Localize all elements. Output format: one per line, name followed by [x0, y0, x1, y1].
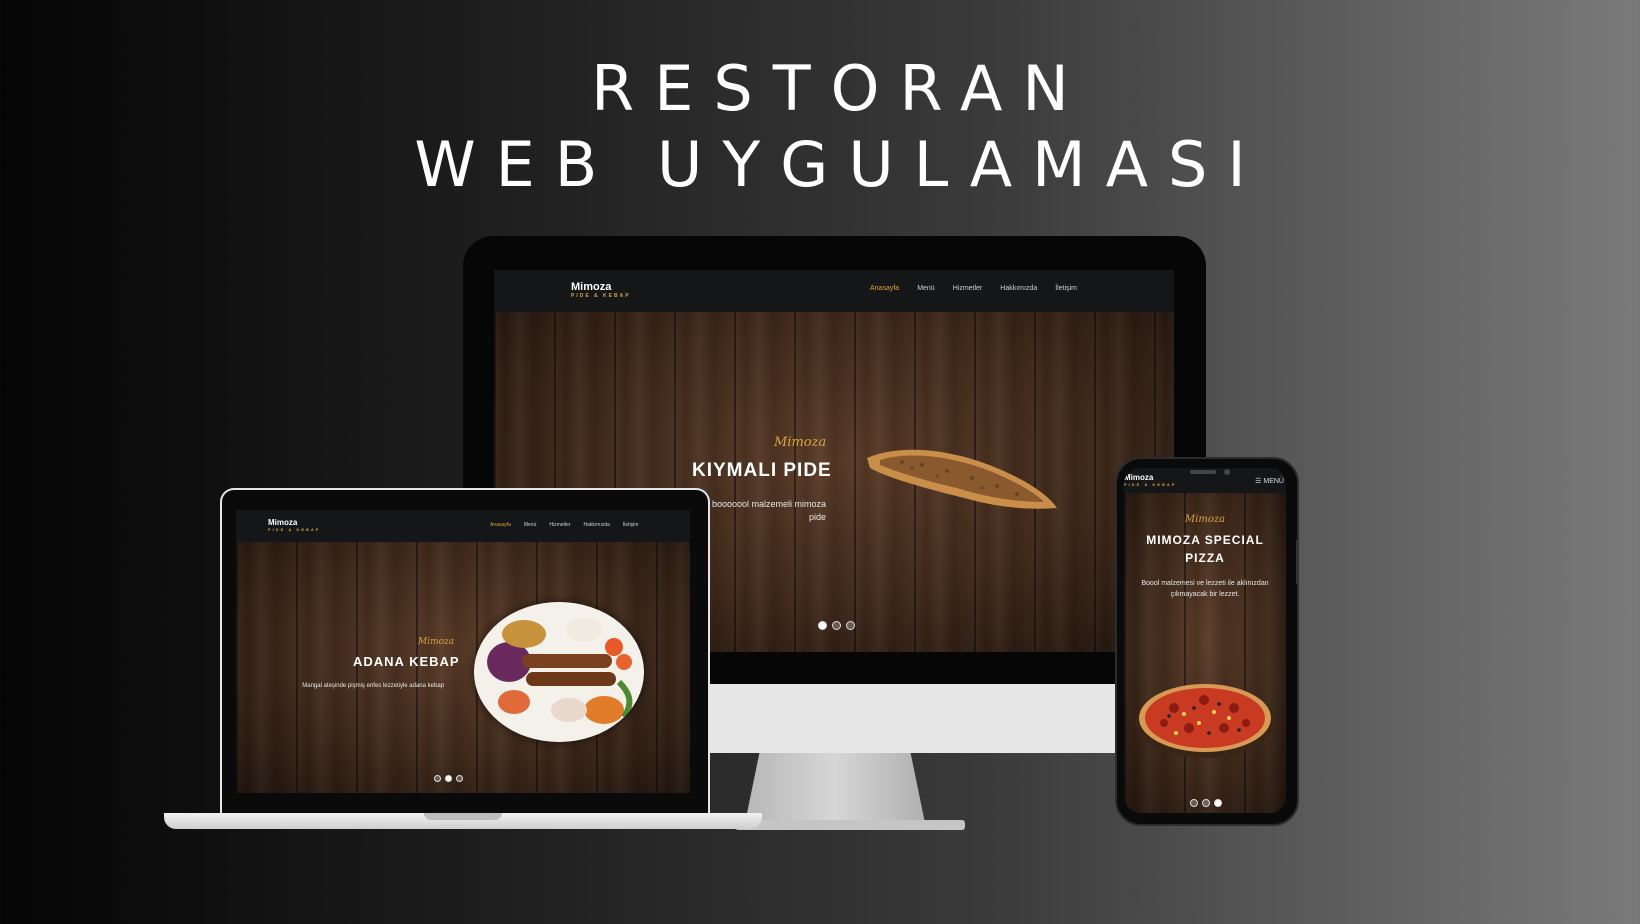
monitor-base — [735, 820, 965, 830]
hero-title: KIYMALI PIDE — [692, 460, 832, 481]
hero-title: ADANA KEBAP — [353, 654, 460, 669]
brand-name: Mimoza — [1124, 473, 1154, 482]
hero-description: Mangal ateşinde pişmiş enfes lezzetiyle … — [302, 683, 444, 689]
laptop-navbar: Mimoza PIDE & KEBAP Anasayfa Menü Hizmet… — [236, 510, 690, 542]
phone-carousel-dots — [1190, 799, 1222, 807]
carousel-dot[interactable] — [434, 775, 441, 782]
phone-brand[interactable]: Mimoza PIDE & KEBAP — [1124, 473, 1176, 487]
nav-item-hizmetler[interactable]: Hizmetler — [549, 522, 570, 528]
laptop-carousel-dots — [434, 775, 463, 782]
carousel-dot[interactable] — [456, 775, 463, 782]
nav-item-iletisim[interactable]: İletişim — [623, 522, 639, 528]
headline-line-1: RESTORAN — [591, 52, 1089, 125]
carousel-dot[interactable] — [1190, 799, 1198, 807]
laptop-brand[interactable]: Mimoza PIDE & KEBAP — [268, 518, 320, 532]
menu-label: MENÜ — [1263, 477, 1284, 485]
desktop-navbar: Mimoza PIDE & KEBAP Anasayfa Menü Hizmet… — [494, 270, 1174, 312]
monitor-neck — [745, 753, 925, 823]
pide-image — [867, 449, 1057, 509]
hero-title: MIMOZA SPECIAL PIZZA — [1146, 533, 1264, 565]
carousel-dot[interactable] — [1202, 799, 1210, 807]
desktop-brand[interactable]: Mimoza PIDE & KEBAP — [571, 281, 631, 299]
nav-item-menu[interactable]: Menü — [524, 522, 537, 528]
laptop-notch — [424, 813, 502, 820]
carousel-dot[interactable] — [1214, 799, 1222, 807]
nav-item-hakkimizda[interactable]: Hakkımızda — [584, 522, 610, 528]
phone-menu-button[interactable]: ☰ MENÜ — [1255, 477, 1284, 486]
brand-tagline: PIDE & KEBAP — [1124, 482, 1177, 487]
laptop-nav-links: Anasayfa Menü Hizmetler Hakkımızda İleti… — [490, 522, 638, 528]
carousel-dot[interactable] — [846, 621, 855, 630]
nav-item-menu[interactable]: Menü — [917, 285, 935, 292]
phone-camera — [1224, 469, 1230, 475]
phone-speaker — [1190, 470, 1216, 474]
pizza-image — [1135, 684, 1275, 758]
laptop-screen: Mimoza PIDE & KEBAP Anasayfa Menü Hizmet… — [236, 510, 690, 793]
carousel-dot[interactable] — [818, 621, 827, 630]
nav-item-anasayfa[interactable]: Anasayfa — [870, 285, 899, 292]
brand-name: Mimoza — [571, 281, 612, 293]
nav-item-hizmetler[interactable]: Hizmetler — [953, 285, 983, 292]
hero-description: o booooool malzemeli mimoza pide — [704, 499, 826, 522]
hero-script: Mimoza — [1184, 514, 1226, 525]
nav-item-iletisim[interactable]: İletişim — [1055, 285, 1077, 292]
hero-description: Boool malzemesi ve lezzeti ile aklınızda… — [1141, 580, 1269, 598]
kebab-plate-image — [474, 602, 644, 742]
phone-side-button — [1296, 540, 1299, 584]
hamburger-icon: ☰ — [1255, 478, 1262, 485]
hero-script: Mimoza — [774, 435, 827, 450]
hero-script: Mimoza — [418, 637, 455, 647]
nav-item-hakkimizda[interactable]: Hakkımızda — [1000, 285, 1037, 292]
brand-tagline: PIDE & KEBAP — [571, 293, 631, 299]
desktop-carousel-dots — [818, 621, 855, 630]
brand-name: Mimoza — [268, 518, 298, 527]
nav-item-anasayfa[interactable]: Anasayfa — [490, 522, 511, 528]
brand-tagline: PIDE & KEBAP — [268, 527, 321, 532]
desktop-nav-links: Anasayfa Menü Hizmetler Hakkımızda İleti… — [870, 285, 1077, 292]
phone-screen: Mimoza PIDE & KEBAP ☰ MENÜ Mimoza MIMOZA… — [1124, 468, 1286, 813]
carousel-dot[interactable] — [832, 621, 841, 630]
carousel-dot[interactable] — [445, 775, 452, 782]
headline-line-2: WEB UYGULAMASI — [414, 128, 1266, 201]
